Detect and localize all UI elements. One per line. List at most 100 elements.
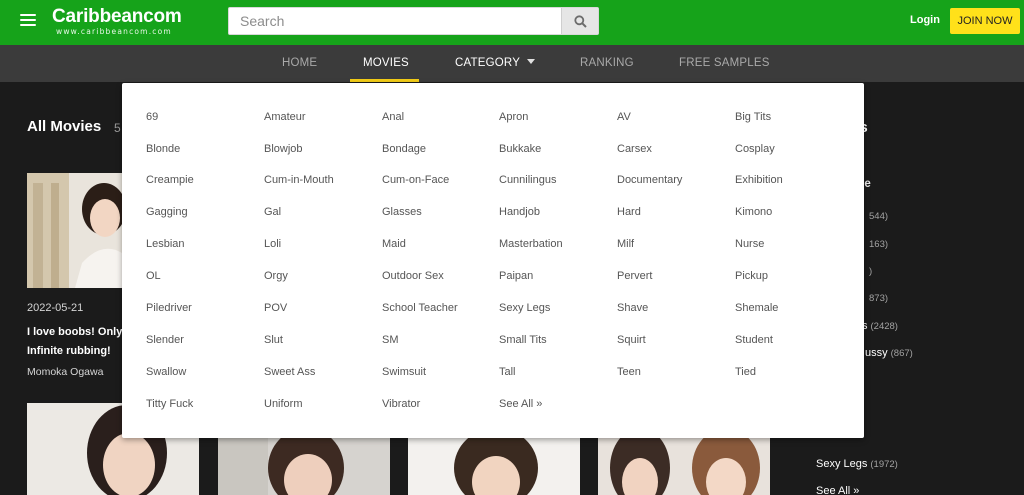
category-item-cosplay[interactable]: Cosplay: [735, 143, 775, 155]
category-item-69[interactable]: 69: [146, 111, 158, 123]
category-item-exhibition[interactable]: Exhibition: [735, 174, 783, 186]
sidebar-item-label: See All »: [816, 485, 860, 495]
category-item-blowjob[interactable]: Blowjob: [264, 143, 303, 155]
category-item-kimono[interactable]: Kimono: [735, 206, 772, 218]
sidebar-see-all-link[interactable]: See All »: [816, 485, 859, 495]
movie-thumbnail[interactable]: [27, 173, 122, 288]
nav-home[interactable]: HOME: [282, 45, 317, 82]
section-title: All Movies: [27, 118, 102, 135]
category-item-student[interactable]: Student: [735, 334, 773, 346]
category-item-cum-on-face[interactable]: Cum-on-Face: [382, 174, 449, 186]
category-item-carsex[interactable]: Carsex: [617, 143, 652, 155]
sidebar-item-count: (2428): [870, 321, 898, 332]
category-item-pervert[interactable]: Pervert: [617, 270, 652, 282]
movie-thumbnail-image: [598, 438, 770, 495]
sidebar-item[interactable]: 873): [866, 292, 888, 304]
logo-subtext: www.caribbeancom.com: [56, 27, 172, 36]
category-item-glasses[interactable]: Glasses: [382, 206, 422, 218]
category-item-tied[interactable]: Tied: [735, 366, 756, 378]
category-item-cum-in-mouth[interactable]: Cum-in-Mouth: [264, 174, 334, 186]
category-item-gagging[interactable]: Gagging: [146, 206, 188, 218]
category-item-school-teacher[interactable]: School Teacher: [382, 302, 458, 314]
category-item-slut[interactable]: Slut: [264, 334, 283, 346]
category-item-tall[interactable]: Tall: [499, 366, 516, 378]
movie-title[interactable]: I love boobs! Only Infinite rubbing!: [27, 323, 127, 361]
category-dropdown: 69 Blonde Creampie Gagging Lesbian OL Piledriv…: [122, 83, 864, 438]
category-item-orgy[interactable]: Orgy: [264, 270, 288, 282]
search-button[interactable]: [561, 8, 598, 34]
nav-category[interactable]: CATEGORY: [455, 45, 536, 82]
category-item-piledriver[interactable]: Piledriver: [146, 302, 192, 314]
sidebar-item-label: Sexy Legs: [816, 458, 868, 470]
join-now-button[interactable]: JOIN NOW: [950, 8, 1020, 34]
sidebar-item[interactable]: 544): [866, 210, 888, 222]
sidebar-item[interactable]: ussy (867): [865, 347, 913, 359]
category-item-cunnilingus[interactable]: Cunnilingus: [499, 174, 556, 186]
category-item-shave[interactable]: Shave: [617, 302, 648, 314]
category-item-swimsuit[interactable]: Swimsuit: [382, 366, 426, 378]
sidebar-item[interactable]: ): [866, 265, 872, 277]
category-item-pickup[interactable]: Pickup: [735, 270, 768, 282]
category-item-small-tits[interactable]: Small Tits: [499, 334, 547, 346]
sidebar-item-sexy-legs[interactable]: Sexy Legs (1972): [816, 458, 898, 470]
category-item-sexy-legs[interactable]: Sexy Legs: [499, 302, 550, 314]
category-item-ol[interactable]: OL: [146, 270, 161, 282]
category-item-amateur[interactable]: Amateur: [264, 111, 306, 123]
category-item-handjob[interactable]: Handjob: [499, 206, 540, 218]
category-item-av[interactable]: AV: [617, 111, 631, 123]
category-item-hard[interactable]: Hard: [617, 206, 641, 218]
sidebar-item-label: ussy: [865, 347, 888, 359]
sidebar-item-count: ): [869, 266, 873, 277]
sidebar-item[interactable]: 163): [866, 238, 888, 250]
category-item-shemale[interactable]: Shemale: [735, 302, 778, 314]
category-item-loli[interactable]: Loli: [264, 238, 281, 250]
category-item-milf[interactable]: Milf: [617, 238, 634, 250]
category-item-maid[interactable]: Maid: [382, 238, 406, 250]
logo-text: Caribbeancom: [52, 6, 182, 27]
movie-thumbnail[interactable]: [598, 438, 770, 495]
search-input[interactable]: [229, 8, 563, 34]
section-count: 5: [114, 121, 121, 135]
nav-free-samples[interactable]: FREE SAMPLES: [679, 45, 770, 82]
category-item-creampie[interactable]: Creampie: [146, 174, 194, 186]
movie-actress[interactable]: Momoka Ogawa: [27, 366, 103, 378]
category-item-vibrator[interactable]: Vibrator: [382, 398, 420, 410]
category-see-all-link[interactable]: See All »: [499, 398, 542, 410]
category-item-titty-fuck[interactable]: Titty Fuck: [146, 398, 193, 410]
category-item-apron[interactable]: Apron: [499, 111, 528, 123]
movie-thumbnail-image: [408, 438, 580, 495]
category-item-gal[interactable]: Gal: [264, 206, 281, 218]
category-item-pov[interactable]: POV: [264, 302, 287, 314]
search-icon: [573, 14, 587, 28]
login-link[interactable]: Login: [910, 14, 940, 26]
movie-thumbnail[interactable]: [218, 438, 390, 495]
site-logo[interactable]: Caribbeancom www.caribbeancom.com: [52, 6, 182, 37]
menu-icon[interactable]: [20, 14, 36, 27]
category-item-slender[interactable]: Slender: [146, 334, 184, 346]
category-item-bondage[interactable]: Bondage: [382, 143, 426, 155]
sidebar-item-count: 873): [869, 293, 889, 304]
category-item-uniform[interactable]: Uniform: [264, 398, 303, 410]
category-item-sm[interactable]: SM: [382, 334, 399, 346]
category-item-paipan[interactable]: Paipan: [499, 270, 533, 282]
category-item-lesbian[interactable]: Lesbian: [146, 238, 185, 250]
main-nav: HOME MOVIES CATEGORY RANKING FREE SAMPLE…: [0, 45, 1024, 82]
category-item-squirt[interactable]: Squirt: [617, 334, 646, 346]
category-item-sweet-ass[interactable]: Sweet Ass: [264, 366, 315, 378]
sidebar-item[interactable]: s (2428): [862, 320, 898, 332]
category-item-masterbation[interactable]: Masterbation: [499, 238, 563, 250]
caret-down-icon: [527, 59, 536, 65]
movie-thumbnail[interactable]: [408, 438, 580, 495]
category-item-bukkake[interactable]: Bukkake: [499, 143, 541, 155]
category-item-swallow[interactable]: Swallow: [146, 366, 186, 378]
category-item-anal[interactable]: Anal: [382, 111, 404, 123]
nav-movies[interactable]: MOVIES: [363, 45, 409, 82]
category-item-teen[interactable]: Teen: [617, 366, 641, 378]
category-item-documentary[interactable]: Documentary: [617, 174, 682, 186]
movie-thumbnail-image: [218, 438, 390, 495]
category-item-big-tits[interactable]: Big Tits: [735, 111, 771, 123]
nav-ranking[interactable]: RANKING: [580, 45, 634, 82]
category-item-nurse[interactable]: Nurse: [735, 238, 764, 250]
category-item-outdoor-sex[interactable]: Outdoor Sex: [382, 270, 444, 282]
category-item-blonde[interactable]: Blonde: [146, 143, 180, 155]
